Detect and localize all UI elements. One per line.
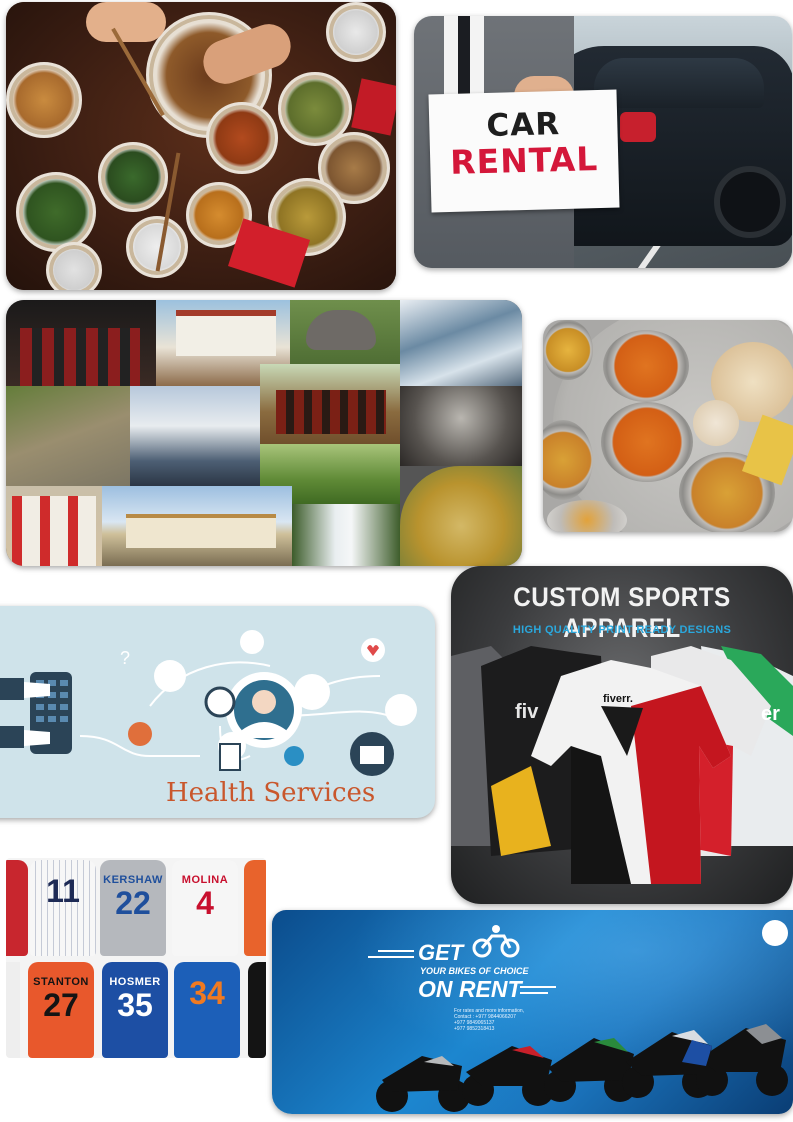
jersey-mockups-illustration: fiverr. fiv er [451, 646, 793, 884]
sports-apparel-subtitle: HIGH QUALITY PRINT READY DESIGNS [512, 624, 732, 636]
tourism-collage-image [6, 300, 522, 566]
bike-rent-image: GET YOUR BIKES OF CHOICE ON RENT For rat… [272, 910, 793, 1114]
jersey-4-number: 27 [43, 987, 79, 1023]
bike-rent-line3: ON RENT [418, 976, 522, 1002]
svg-text:?: ? [120, 648, 130, 668]
jersey-6-number: 34 [189, 975, 225, 1011]
sports-apparel-image: CUSTOM SPORTS APPAREL HIGH QUALITY PRINT… [451, 566, 793, 904]
jersey-1-number: 11 [46, 873, 80, 909]
jersey-6: 34 [174, 962, 240, 1058]
svg-text:fiv: fiv [515, 701, 539, 723]
health-services-title: Health Services [166, 778, 376, 808]
jersey-5-number: 35 [117, 987, 153, 1023]
thali-image [543, 320, 793, 532]
jersey-3: MOLINA 4 [172, 860, 238, 956]
jersey-3-number: 4 [196, 885, 214, 921]
jersey-2: KERSHAW 22 [100, 860, 166, 956]
motorcycles-lineup-illustration [376, 1024, 788, 1112]
health-services-image: ? Health Services [0, 606, 435, 818]
jersey-1: 11 [30, 860, 96, 956]
car-rental-line2: RENTAL [449, 139, 599, 182]
jersey-4: STANTON 27 [28, 962, 94, 1058]
bike-rent-line2: YOUR BIKES OF CHOICE [420, 966, 529, 976]
car-rental-image: CAR RENTAL [414, 16, 792, 268]
bike-rent-line1: GET [418, 940, 464, 965]
food-table-image [6, 2, 396, 290]
car-rental-sign: CAR RENTAL [428, 89, 620, 213]
jersey-2-number: 22 [115, 885, 151, 921]
baseball-jerseys-image: 11 KERSHAW 22 MOLINA 4 STANTON 27 HOSMER… [6, 858, 266, 1058]
svg-text:er: er [761, 703, 780, 725]
logo-badge-icon [762, 920, 788, 946]
motorbike-icon [472, 925, 520, 958]
sports-brand-label: fiverr. [603, 693, 633, 705]
jersey-5: HOSMER 35 [102, 962, 168, 1058]
